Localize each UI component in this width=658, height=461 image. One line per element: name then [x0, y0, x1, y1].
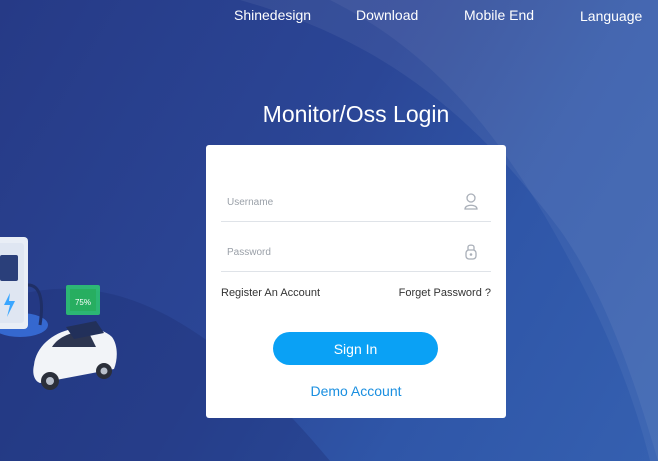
nav-download[interactable]: Download	[356, 7, 418, 23]
forget-password-link[interactable]: Forget Password ?	[399, 287, 491, 299]
charging-illustration: 75%	[0, 237, 117, 390]
lock-icon	[465, 244, 477, 260]
car-graphic	[33, 321, 117, 390]
demo-account-link[interactable]: Demo Account	[206, 383, 506, 399]
username-field	[221, 179, 491, 222]
page-title: Monitor/Oss Login	[262, 101, 450, 127]
password-input[interactable]	[227, 243, 447, 261]
nav-language[interactable]: Language	[580, 8, 642, 24]
user-icon	[464, 193, 478, 210]
register-account-link[interactable]: Register An Account	[221, 287, 320, 299]
battery-badge: 75%	[66, 285, 100, 315]
battery-label: 75%	[75, 298, 91, 307]
sign-in-button[interactable]: Sign In	[273, 332, 438, 365]
nav-mobile-end[interactable]: Mobile End	[464, 7, 534, 23]
username-input[interactable]	[227, 193, 447, 211]
login-card: Register An Account Forget Password ? Si…	[206, 145, 506, 418]
nav-shinedesign[interactable]: Shinedesign	[234, 7, 311, 23]
charging-station-graphic	[0, 237, 48, 337]
password-field	[221, 229, 491, 272]
top-nav: Shinedesign Download Mobile End Language	[0, 0, 658, 34]
